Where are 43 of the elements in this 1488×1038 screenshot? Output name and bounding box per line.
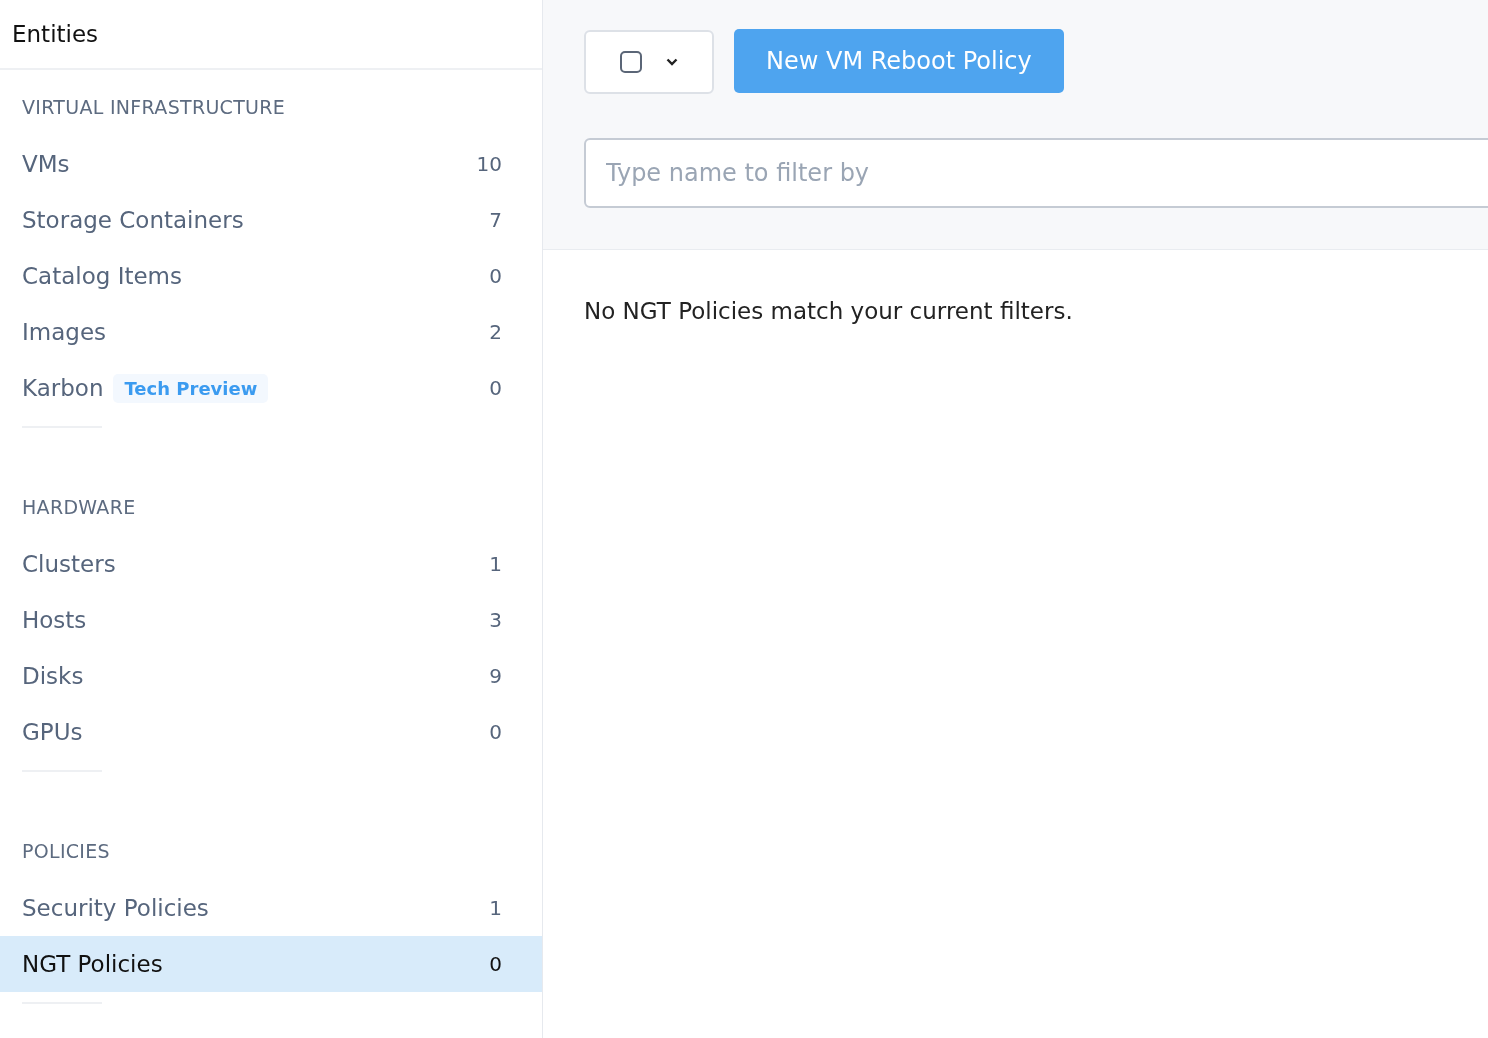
nav-item[interactable]: Storage Containers 7 bbox=[0, 192, 542, 248]
nav-item[interactable]: VMs 10 bbox=[0, 136, 542, 192]
item-count: 0 bbox=[489, 376, 502, 400]
item-count: 10 bbox=[476, 152, 502, 176]
item-count: 2 bbox=[489, 320, 502, 344]
item-count: 3 bbox=[489, 608, 502, 632]
item-count: 1 bbox=[489, 896, 502, 920]
section-heading: POLICIES bbox=[21, 839, 111, 864]
item-label: NGT Policies bbox=[22, 951, 163, 977]
nav-item[interactable]: Hosts 3 bbox=[0, 592, 542, 648]
caret-icon bbox=[666, 58, 678, 66]
nav-item[interactable]: Catalog Items 0 bbox=[0, 248, 542, 304]
item-label: Karbon bbox=[22, 375, 104, 401]
item-count: 0 bbox=[489, 264, 502, 288]
item-count: 0 bbox=[489, 720, 502, 744]
section-heading: VIRTUAL INFRASTRUCTURE bbox=[21, 95, 287, 120]
item-count: 9 bbox=[489, 664, 502, 688]
nav-item[interactable]: Clusters 1 bbox=[0, 536, 542, 592]
item-label: Catalog Items bbox=[22, 263, 182, 289]
nav-item[interactable]: Images 2 bbox=[0, 304, 542, 360]
nav-item[interactable]: Karbon Tech Preview 0 bbox=[0, 360, 542, 416]
item-label: Disks bbox=[22, 663, 84, 689]
nav-item[interactable]: Disks 9 bbox=[0, 648, 542, 704]
filter-input[interactable]: Type name to filter by bbox=[584, 138, 1488, 208]
nav-item[interactable]: NGT Policies 0 bbox=[0, 936, 542, 992]
sidebar-title: Entities bbox=[0, 0, 542, 70]
item-label: Storage Containers bbox=[22, 207, 244, 233]
checkbox[interactable] bbox=[620, 51, 642, 73]
select-all-dropdown[interactable] bbox=[584, 30, 714, 94]
item-label: Security Policies bbox=[22, 895, 209, 921]
item-count: 7 bbox=[489, 208, 502, 232]
item-label: Clusters bbox=[22, 551, 116, 577]
item-count: 1 bbox=[489, 552, 502, 576]
tech-preview-badge: Tech Preview bbox=[113, 373, 269, 403]
item-count: 0 bbox=[489, 952, 502, 976]
item-label: VMs bbox=[22, 151, 70, 177]
item-label: GPUs bbox=[22, 719, 83, 745]
item-label: Hosts bbox=[22, 607, 87, 633]
nav-item[interactable]: Security Policies 1 bbox=[0, 880, 542, 936]
empty-message: No NGT Policies match your current filters. bbox=[583, 297, 1074, 324]
item-label: Images bbox=[22, 319, 106, 345]
section-heading: HARDWARE bbox=[21, 495, 137, 520]
nav-item[interactable]: GPUs 0 bbox=[0, 704, 542, 760]
